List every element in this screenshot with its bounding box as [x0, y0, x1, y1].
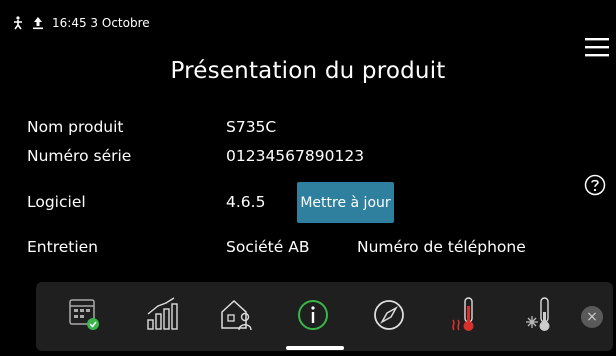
software-label: Logiciel — [27, 193, 86, 211]
update-button[interactable]: Mettre à jour — [297, 182, 394, 223]
service-label: Entretien — [27, 238, 99, 256]
thermometer-cold-icon[interactable] — [520, 294, 562, 336]
compass-icon[interactable] — [368, 294, 410, 336]
bottom-dock: × — [36, 282, 613, 351]
status-date: 3 Octobre — [90, 16, 150, 30]
service-company: Société AB — [226, 238, 310, 256]
person-icon — [12, 16, 24, 30]
house-person-icon[interactable] — [216, 294, 258, 336]
info-icon[interactable] — [292, 294, 334, 336]
help-icon[interactable] — [584, 174, 606, 196]
hamburger-menu-icon[interactable] — [584, 34, 610, 60]
serial-value: 01234567890123 — [226, 147, 365, 165]
close-dock-button[interactable]: × — [581, 306, 603, 328]
model-value: S735C — [226, 118, 277, 136]
service-phone: Numéro de téléphone — [357, 238, 526, 256]
status-time: 16:45 — [52, 16, 87, 30]
upload-icon — [32, 16, 44, 30]
serial-label: Numéro série — [27, 147, 132, 165]
status-bar: 16:45 3 Octobre — [12, 12, 150, 34]
calendar-check-icon[interactable] — [64, 294, 106, 336]
bar-chart-icon[interactable] — [140, 294, 182, 336]
home-indicator[interactable] — [286, 346, 344, 350]
model-label: Nom produit — [27, 118, 124, 136]
thermometer-heat-icon[interactable] — [444, 294, 486, 336]
software-version: 4.6.5 — [226, 193, 266, 211]
page-title: Présentation du produit — [170, 58, 446, 84]
